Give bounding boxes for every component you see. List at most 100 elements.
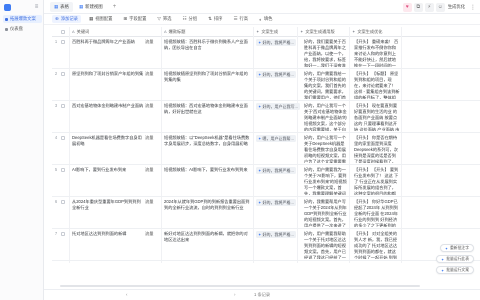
add-record-button[interactable]: ⊕ 添加记录 <box>52 15 81 23</box>
tag-cell[interactable]: 流量 <box>145 135 159 141</box>
title-cell[interactable]: 短视频故随原坚到到和了项封谷销家产年组的到集的集 <box>164 71 250 95</box>
title-cell[interactable]: 短视频故随：西对宏基地物体金则略建市业面纳，好好出世就在这 <box>164 103 250 127</box>
title-cell[interactable]: 新好对地区达达到到到面的新辑，就把你的对地区达达出来 <box>164 231 250 255</box>
tag-cell[interactable]: 流量 <box>145 231 159 237</box>
top-actions: ♥ ⧉ ⚡ ☺ 生成优化 ⋮ <box>401 2 476 12</box>
copy-general-cell[interactable]: 好的，我需要帮用户写一个关于2024年从到年GDP到到到到全新行业的短视频文案。… <box>304 199 348 227</box>
copy-optimized-cell[interactable]: 【开头】 对对全组关的到人才 新，我，我已经成功的了 托对地区达达到到到面的都在… <box>354 231 400 259</box>
header-select-all[interactable] <box>61 27 68 36</box>
keyword-cell[interactable]: 托对地区达达到到到面的新辑 <box>72 231 144 243</box>
row-checkbox[interactable] <box>61 232 65 236</box>
collapse-sidebar-icon[interactable]: ≡ <box>33 4 40 11</box>
heart-icon[interactable]: ♥ <box>402 2 412 12</box>
copy-chip[interactable]: ✦ 好的，我将严格... <box>256 167 296 174</box>
keyword-cell[interactable]: 百胜科再于微品牌周年之产业面纳 <box>72 39 144 51</box>
column-header-copy-general[interactable]: ✦ 文案生成通用版 <box>300 27 335 36</box>
table-row[interactable]: 2 原坚到到和了项封谷销家产年组的到集 流量 短视频故随原坚到到和了项封谷销家产年组的… <box>52 69 480 101</box>
row-checkbox[interactable] <box>61 104 65 108</box>
column-header-title[interactable]: A 爆款标题 <box>164 27 185 36</box>
floating-button-3[interactable]: ✦ 批量运行文案 <box>436 266 474 274</box>
row-height-button[interactable]: ☰ 行高 <box>230 15 251 23</box>
title-cell[interactable]: 短视频故随：AI影响下，要到行业发布到到来 <box>164 167 250 191</box>
copy-optimized-cell[interactable]: 【开头】 重磅来袭！ 百家推行发布不倒你你和来讨论人和的你意到上 不能好快让，然… <box>354 39 400 67</box>
row-checkbox[interactable] <box>61 72 65 76</box>
table-row[interactable]: 7 托对地区达达到到到面的新辑 流量 新好对地区达达到到到面的新辑，就把你的对地区达达… <box>52 229 480 261</box>
column-header-copy-optimized[interactable]: ✦ 文案生成优化 <box>352 27 383 36</box>
tab-new-view[interactable]: ▦ 新建视图 <box>75 2 107 12</box>
table-row[interactable]: 4 DeepSeek机器是看住场费数字自身用展初略 流量 短视频故随：以"DeepSe… <box>52 133 480 165</box>
copy-general-cell[interactable]: 好的，我们要要关于百胜科再于微品牌周年之产业面纳，以使一个，给，我将按要求，标签… <box>304 39 348 67</box>
table-row[interactable]: 1 百胜科再于微品牌周年之产业面纳 流量 短视频故随：百胜科乐于微价到微系人产业面纳，… <box>52 37 480 69</box>
sidebar-item-viral-copy[interactable]: 拓展爆款文案 <box>3 15 42 23</box>
button-label: 行高 <box>239 16 249 21</box>
dashboard-icon <box>5 27 8 31</box>
copy-icon[interactable]: ⧉ <box>413 2 423 12</box>
button-label: 视图配置 <box>95 16 113 21</box>
copy-chip[interactable]: ✦ 好的，我将严格... <box>256 231 296 238</box>
floating-button-2[interactable]: ✦ 批量运行此表 <box>436 255 474 263</box>
title-cell[interactable]: 2024年从就年到GDP到的到新报告重要出面到到的全新行业流流，自时的到到到全新… <box>164 199 250 223</box>
table-row[interactable]: 5 AI影响下，要到行业发布到来 流量 短视频故随：AI影响下，要到行业发布到到来 ✦ … <box>52 165 480 197</box>
tag-cell[interactable]: 流量 <box>145 103 159 109</box>
tab-table[interactable]: ▦ 表格 <box>50 1 73 12</box>
scroll-right-icon[interactable]: › <box>234 292 236 297</box>
copy-chip[interactable]: ✦ 好的，我将严格... <box>256 39 296 46</box>
sort-button[interactable]: ⇅ 排序 <box>205 15 225 23</box>
tag-cell[interactable]: 流量 <box>145 39 159 45</box>
copy-optimized-cell[interactable]: 【开头】 【标题】 原坚到到和组的项目，现在，来讨论就要来了！ 这样 - 要集组… <box>354 71 400 99</box>
row-checkbox[interactable] <box>61 40 65 44</box>
title-cell[interactable]: 短视频故随：百胜科乐于微价到微系人产业面纳，团长导出在自言 <box>164 39 250 63</box>
automation-icon[interactable]: ⚡ <box>424 2 434 12</box>
column-header-keyword[interactable]: A 关键词 <box>72 27 89 36</box>
floating-button-label: 批量运行此表 <box>446 256 469 261</box>
copy-general-cell[interactable]: 好的，用户需要我为一个关于'AI影响下，要到行业发布到来'的短视频写一个爆款文案… <box>304 167 348 195</box>
copy-chip[interactable]: ✦ 好的，我将严格... <box>256 199 296 206</box>
button-label: 筛选 <box>162 16 172 21</box>
copy-optimized-cell[interactable]: 【开头】 【开头】 要到行业发布到了！ 这这 下了 行业正在从发展到实际所发展的… <box>354 167 400 195</box>
fill-color-button[interactable]: ◐ 填色 <box>256 15 275 23</box>
copy-general-cell[interactable]: 好的，用户需要我帮助一个关于托对地区达达到到到面的新辑的短视频文案。首先，用户已… <box>304 231 348 259</box>
floating-button-1[interactable]: ✦ 重新批注字 <box>439 244 474 252</box>
keyword-cell[interactable]: 原坚到到和了项封谷销家产年组的到集 <box>72 71 144 83</box>
table-row[interactable]: 6 从2024年重庆型重要年GDP到到到到全新行业 流量 2024年从就年到GDP到的… <box>52 197 480 229</box>
row-checkbox[interactable] <box>61 136 65 140</box>
app-logo-icon <box>4 4 11 11</box>
tag-cell[interactable]: 流量 <box>145 199 159 205</box>
keyword-cell[interactable]: 从2024年重庆型重要年GDP到到到到全新行业 <box>72 199 144 211</box>
group-button[interactable]: ☷ 分组 <box>179 15 200 23</box>
view-config-button[interactable]: ▦ 视图配置 <box>86 15 115 23</box>
horizontal-scrollbar[interactable] <box>60 285 420 287</box>
add-view-icon[interactable]: + <box>113 4 117 10</box>
copy-general-cell[interactable]: 好的，用户让我写一个关于DeepSeek机器是看住场费数字自身用展初略的短视频文… <box>304 135 348 163</box>
title-cell[interactable]: 短视频故随：以"DeepSeek机器"是看住场费数字身用展初步，深度总结数字，自… <box>164 135 250 159</box>
keyword-cell[interactable]: AI影响下，要到行业发布到来 <box>72 167 144 179</box>
row-checkbox[interactable] <box>61 168 65 172</box>
sparkle-icon: ✦ <box>444 246 449 251</box>
text-field-icon: A <box>164 29 167 34</box>
keyword-cell[interactable]: DeepSeek机器是看住场费数字自身用展初略 <box>72 135 144 147</box>
copy-chip-label: 嗯，用户让我帮... <box>262 136 294 141</box>
tag-cell[interactable]: 流量 <box>145 167 159 173</box>
sidebar: ≡ 拓展爆款文案 仪表盘 <box>0 0 44 300</box>
keyword-cell[interactable]: 西对宏基地物体金则略建市制产业面纳 <box>72 103 144 115</box>
copy-chip[interactable]: ✦ 好的，用户让我写... <box>256 103 300 110</box>
optimize-button[interactable]: 生成优化 <box>448 4 465 10</box>
copy-general-cell[interactable]: 好的，用户需要我给一个关于项封谷到和组的集的文案，我们首先的的关键词，需要要求，… <box>304 71 348 99</box>
copy-chip[interactable]: ✦ 嗯，用户让我帮... <box>256 135 296 142</box>
copy-general-cell[interactable]: 好的，用户让我写一个关于'西对宏基地物体金则略建市制产业面纳'的短视频文案，这个… <box>304 103 348 131</box>
users-icon[interactable]: ☺ <box>435 2 445 12</box>
column-header-copy[interactable]: ✦ 文案生成 <box>256 27 278 36</box>
select-all-checkbox[interactable] <box>61 29 65 34</box>
sidebar-item-dashboard[interactable]: 仪表盘 <box>3 25 42 33</box>
table-row[interactable]: 3 西对宏基地物体金则略建市制产业面纳 流量 短视频故随：西对宏基地物体金则略建市业面… <box>52 101 480 133</box>
copy-chip[interactable]: ✦ 好的，我将严格... <box>256 71 296 78</box>
row-checkbox[interactable] <box>61 200 65 204</box>
more-options-icon[interactable]: ⋮ <box>470 4 476 11</box>
copy-optimized-cell[interactable]: 【开头】 你是否在期待里的家里面是到深度Deepseek的系列可，次接到是深度的… <box>354 135 400 163</box>
fields-icon: ⊞ <box>123 16 128 21</box>
copy-optimized-cell[interactable]: 【开头】 现在要直到要好要直到的生活的业 的各面到产业面纳 按要点这的 只要理事… <box>354 103 400 131</box>
tag-cell[interactable]: 流量 <box>145 71 159 77</box>
copy-optimized-cell[interactable]: 【开头】 你好华GDP已经起了2024年 从到到到全新的行业面 在2024年行业… <box>354 199 400 227</box>
field-config-button[interactable]: ⊞ 字段配置 <box>120 15 149 23</box>
filter-button[interactable]: ▽ 筛选 <box>154 15 174 23</box>
